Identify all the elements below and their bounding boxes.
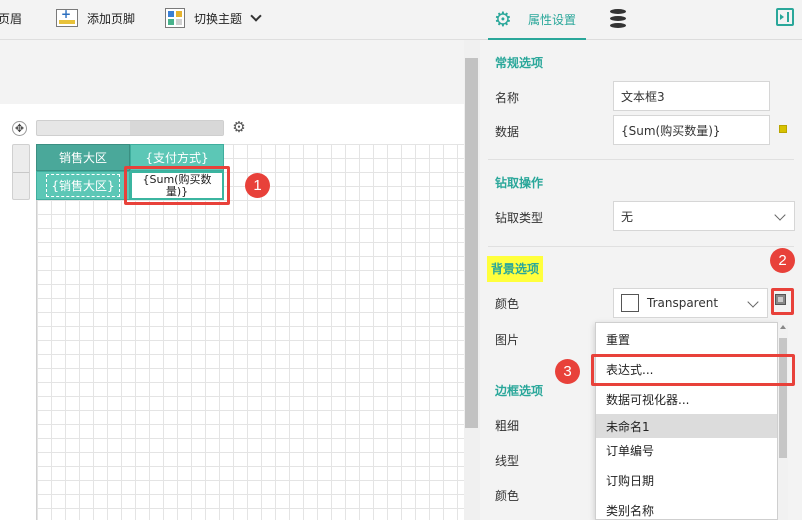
section-background-label: 背景选项	[487, 256, 544, 282]
panel-tab-bar: ⚙ 属性设置	[480, 0, 802, 40]
switch-theme-button[interactable]: 切换主题	[165, 0, 262, 36]
section-background-title: 背景选项	[487, 256, 544, 282]
image-label: 图片	[495, 333, 520, 347]
data-label: 数据	[495, 125, 520, 139]
header-cell-text: 销售大区	[58, 151, 107, 165]
menu-item-field[interactable]: 订购日期	[596, 468, 777, 492]
section-drill-title: 钻取操作	[495, 176, 544, 190]
database-icon[interactable]	[610, 9, 626, 29]
data-value: {Sum(购买数量)}	[621, 123, 721, 138]
data-cell-text: {销售大区}	[46, 174, 120, 197]
header-cell-text: {支付方式}	[145, 151, 209, 165]
column-ruler[interactable]	[36, 120, 224, 136]
menu-item-label: 订购日期	[606, 473, 655, 488]
divider	[488, 159, 794, 160]
data-binding-indicator[interactable]	[779, 125, 787, 133]
menu-item-field[interactable]: 未命名1	[596, 414, 777, 438]
color-swatch	[621, 294, 639, 312]
move-table-icon[interactable]: ✥	[12, 121, 27, 136]
annotation-highlight-box	[591, 354, 795, 386]
property-panel: ⚙ 属性设置 常规选项 名称 文本框3 数据 {Sum(购买数量)} 钻取操作 …	[480, 0, 802, 520]
add-footer-label: 添加页脚	[87, 11, 136, 26]
designer-toolbar: 页眉 添加页脚 切换主题	[0, 0, 480, 40]
switch-theme-label: 切换主题	[194, 11, 243, 26]
menu-item-field[interactable]: 订单编号	[596, 438, 777, 462]
design-grid[interactable]	[36, 144, 464, 520]
annotation-marker: 3	[555, 359, 580, 384]
menu-item-data-visualizer[interactable]: 数据可视化器...	[596, 387, 777, 411]
add-footer-icon	[56, 7, 78, 27]
menu-item-label: 订单编号	[606, 443, 655, 458]
annotation-marker: 2	[770, 248, 795, 273]
border-color-label: 颜色	[495, 489, 520, 503]
gear-icon: ⚙	[494, 7, 512, 31]
drill-type-select[interactable]: 无	[613, 201, 795, 231]
color-select[interactable]: Transparent	[613, 288, 768, 318]
header-button-label: 页眉	[0, 11, 23, 26]
divider	[488, 246, 794, 247]
table-data-cell[interactable]: {销售大区}	[36, 171, 130, 200]
menu-item-label: 数据可视化器...	[606, 392, 690, 407]
table-header-cell[interactable]: 销售大区	[36, 144, 130, 171]
add-footer-button[interactable]: 添加页脚	[56, 0, 135, 36]
chevron-down-icon	[747, 296, 759, 308]
annotation-highlight-box	[124, 166, 230, 205]
name-input[interactable]: 文本框3	[613, 81, 770, 111]
tab-property-settings[interactable]: ⚙ 属性设置	[488, 0, 586, 40]
tab-property-settings-label: 属性设置	[528, 12, 577, 27]
header-button[interactable]: 页眉	[0, 0, 22, 36]
row-ruler[interactable]	[12, 144, 30, 200]
chevron-down-icon	[250, 10, 262, 22]
menu-item-label: 未命名1	[606, 419, 650, 434]
menu-item-reset[interactable]: 重置	[596, 327, 777, 351]
data-input[interactable]: {Sum(购买数量)}	[613, 115, 770, 145]
drill-type-label: 钻取类型	[495, 211, 544, 225]
section-border-title: 边框选项	[495, 384, 544, 398]
drill-type-value: 无	[621, 209, 634, 224]
collapse-panel-icon[interactable]	[776, 8, 794, 26]
table-settings-gear-icon[interactable]: ⚙	[231, 119, 247, 135]
menu-item-label: 重置	[606, 332, 631, 347]
annotation-marker: 1	[245, 173, 270, 198]
section-general-title: 常规选项	[495, 56, 544, 70]
name-label: 名称	[495, 91, 520, 105]
annotation-highlight-box	[771, 288, 794, 315]
scroll-up-arrow-icon[interactable]	[780, 325, 786, 329]
menu-item-field[interactable]: 类别名称	[596, 498, 777, 520]
color-value: Transparent	[647, 296, 719, 310]
chevron-down-icon	[774, 209, 786, 221]
menu-item-label: 类别名称	[606, 503, 655, 518]
theme-icon	[165, 8, 185, 28]
report-designer-canvas: ✥ ⚙ 销售大区 {支付方式} {销售大区} {Sum(购买数量)} 1	[0, 104, 464, 520]
line-style-label: 线型	[495, 454, 520, 468]
color-dropdown-menu: 重置 表达式... 数据可视化器... 未命名1 订单编号 订购日期 类别名称	[595, 322, 778, 520]
thickness-label: 粗细	[495, 419, 520, 433]
canvas-scrollbar-thumb[interactable]	[465, 58, 478, 428]
color-label: 颜色	[495, 297, 520, 311]
name-value: 文本框3	[621, 89, 665, 104]
